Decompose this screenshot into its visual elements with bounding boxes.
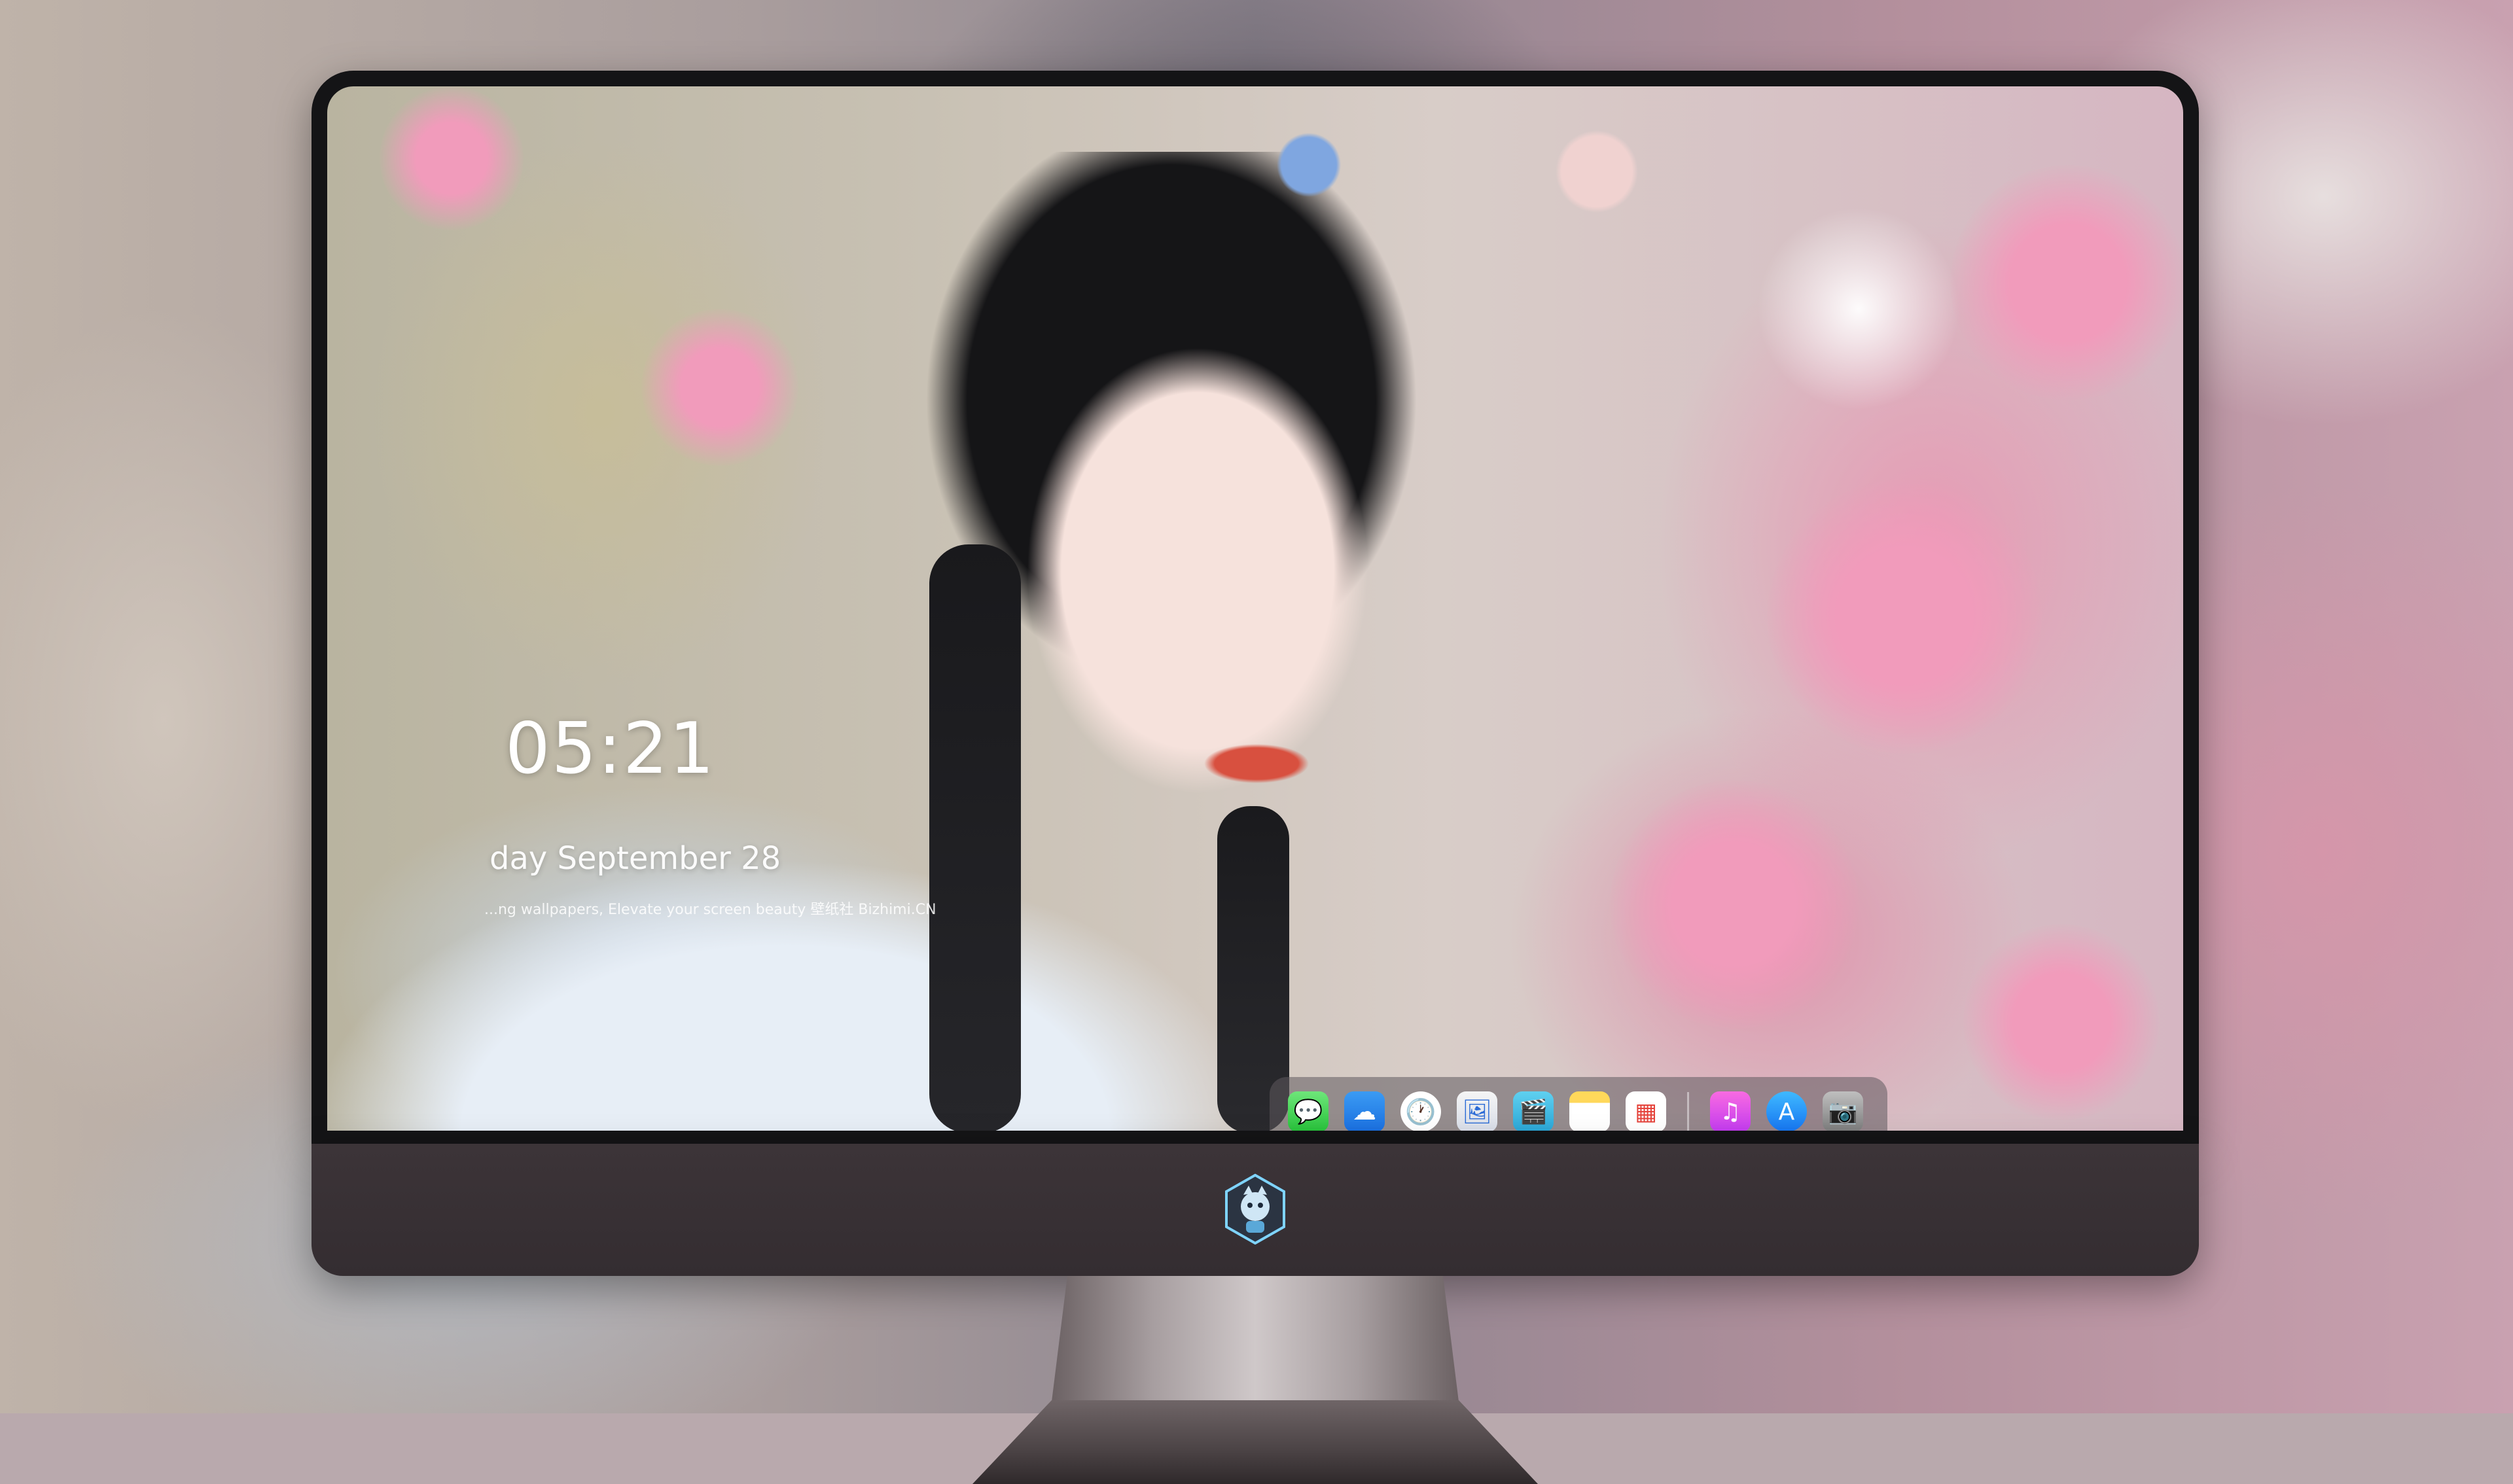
notes-icon[interactable]	[1569, 1091, 1610, 1131]
app-store-icon[interactable]: A	[1766, 1091, 1807, 1131]
monitor: 05:21 day September 28 ...ng wallpapers,…	[312, 71, 2199, 1484]
camera-icon[interactable]: 📷	[1823, 1091, 1863, 1131]
wallpaper-hair-strand	[929, 544, 1021, 1131]
dock: 💬 ☁ 🕐 🖼 🎬 ▦ ♫ A 📷	[1270, 1077, 1887, 1131]
blossom-decoration	[1963, 924, 2160, 1120]
preview-icon[interactable]: 🖼	[1457, 1091, 1497, 1131]
music-icon[interactable]: ♫	[1710, 1091, 1751, 1131]
wallpaper-face	[1014, 335, 1381, 806]
wallpaper-hair-flowers	[1191, 86, 1702, 256]
wallpaper-lips	[1204, 741, 1309, 786]
blossom-decoration	[1610, 780, 1859, 1029]
lock-screen: 05:21 day September 28 ...ng wallpapers,…	[327, 86, 2183, 1131]
brand-logo-icon	[1225, 1174, 1285, 1245]
monitor-stand-base	[972, 1400, 1538, 1484]
dock-separator	[1687, 1092, 1689, 1131]
wallpaper-tagline: ...ng wallpapers, Elevate your screen be…	[484, 902, 936, 918]
weather-icon[interactable]: ☁	[1344, 1091, 1385, 1131]
blossom-decoration	[641, 309, 798, 466]
clock-icon[interactable]: 🕐	[1400, 1091, 1441, 1131]
blossom-decoration	[380, 86, 524, 230]
lock-date: day September 28	[490, 840, 781, 877]
blossom-decoration	[1950, 165, 2183, 400]
blossom-decoration	[1767, 479, 2042, 754]
messages-icon[interactable]: 💬	[1288, 1091, 1328, 1131]
photos-icon[interactable]: ▦	[1626, 1091, 1666, 1131]
lock-clock: 05:21	[505, 708, 716, 790]
clips-icon[interactable]: 🎬	[1513, 1091, 1554, 1131]
monitor-stand	[1051, 1276, 1459, 1407]
